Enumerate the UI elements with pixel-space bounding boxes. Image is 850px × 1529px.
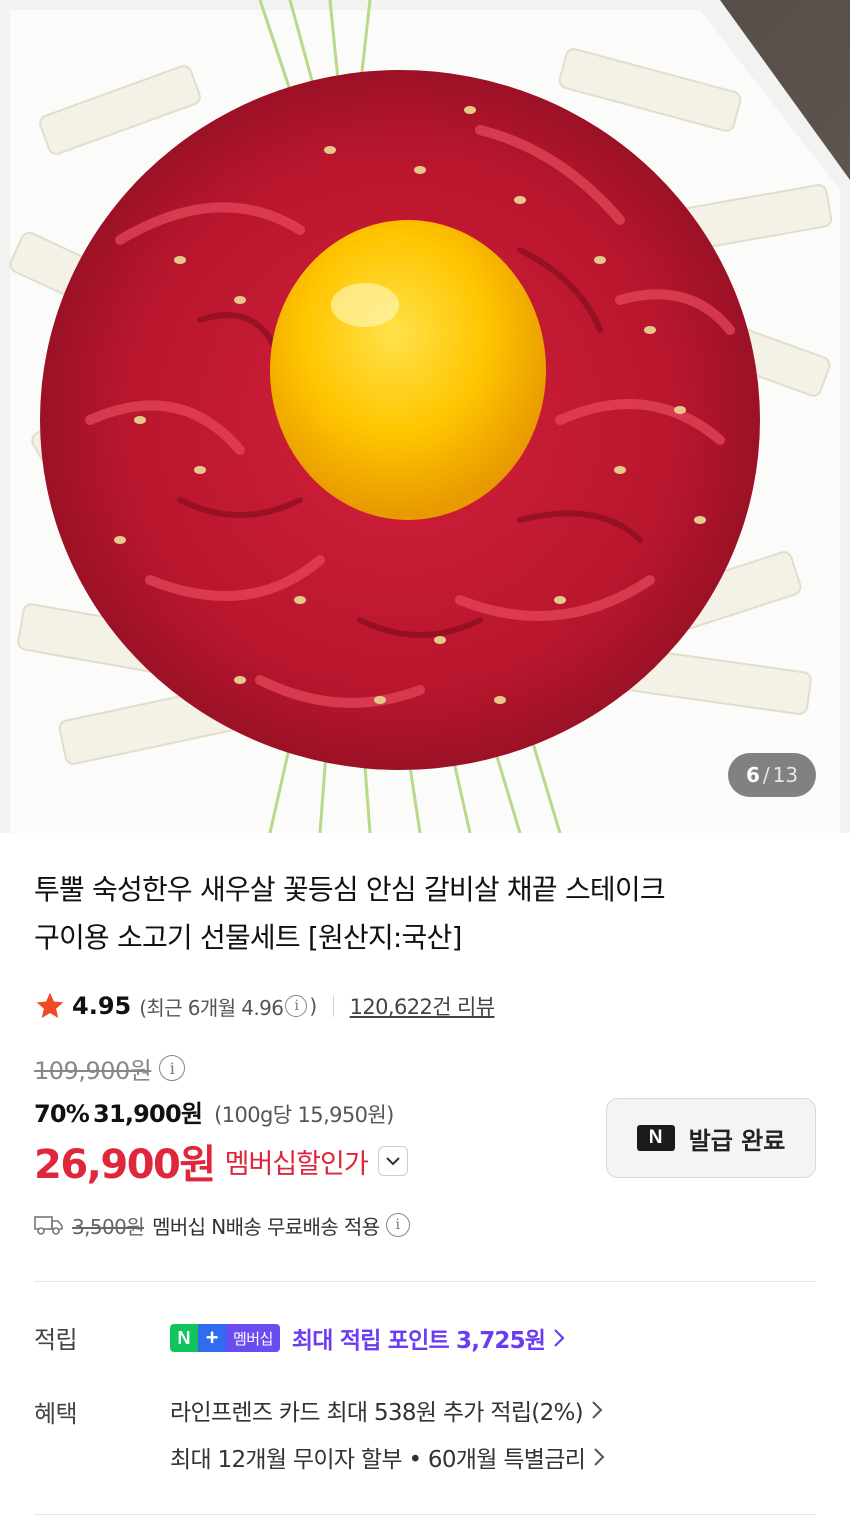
points-label: 적립: [34, 1326, 78, 1354]
info-icon[interactable]: i: [385, 1213, 410, 1237]
product-photo: [0, 0, 850, 833]
membership-badge-plus: +: [198, 1324, 226, 1352]
star-icon: [36, 992, 64, 1018]
shipping-row: 3,500원 멤버십 N배송 무료배송 적용 i: [34, 1208, 412, 1242]
chevron-right-icon: [594, 1448, 605, 1466]
chevron-right-icon: [592, 1401, 603, 1419]
membership-badge: N + 멤버십: [170, 1324, 280, 1352]
info-icon[interactable]: i: [159, 1055, 186, 1081]
membership-badge-n: N: [170, 1324, 198, 1352]
coupon-issued-button[interactable]: N 발급 완료: [606, 1098, 816, 1178]
shipping-original-fee: 3,500원: [72, 1214, 145, 1239]
sale-price: 31,900원: [93, 1100, 203, 1128]
unit-price: (100g당 15,950원): [214, 1103, 394, 1127]
gallery-total: 13: [772, 763, 799, 787]
discount-rate: 70%: [34, 1100, 90, 1128]
recent-rating: (최근 6개월 4.96 i ): [139, 992, 317, 1021]
info-icon[interactable]: i: [285, 995, 308, 1017]
gallery-page-counter: 6 / 13: [728, 753, 816, 797]
divider-vertical: [332, 995, 334, 1017]
member-price: 26,900원: [34, 1142, 216, 1188]
original-price-row: 109,900원 i: [34, 1050, 187, 1086]
product-title: 투뿔 숙성한우 새우살 꽃등심 안심 갈비살 채끝 스테이크 구이용 소고기 선…: [34, 866, 804, 962]
gallery-separator: /: [762, 763, 770, 787]
recent-rating-text: (최근 6개월 4.96: [139, 995, 284, 1020]
original-price: 109,900원: [34, 1056, 152, 1085]
recent-rating-close: ): [309, 994, 317, 1018]
benefit-line-text: 라인프렌즈 카드 최대 538원 추가 적립(2%): [170, 1400, 584, 1426]
benefit-line-text: 최대 12개월 무이자 할부 • 60개월 특별금리: [170, 1447, 586, 1473]
member-price-dropdown[interactable]: [377, 1146, 408, 1176]
product-title-line2: 구이용 소고기 선물세트 [원산지:국산]: [34, 921, 462, 954]
product-image[interactable]: 6 / 13: [0, 0, 850, 833]
points-row[interactable]: N + 멤버십 최대 적립 포인트 3,725원: [170, 1320, 565, 1356]
member-price-row: 26,900원 멤버십할인가: [34, 1134, 408, 1188]
coupon-button-label: 발급 완료: [688, 1126, 786, 1155]
rating-row: 4.95 (최근 6개월 4.96 i ) 120,622건 리뷰: [34, 986, 495, 1026]
member-price-label: 멤버십할인가: [224, 1148, 369, 1180]
rating-value: 4.95: [72, 992, 132, 1020]
benefit-installment[interactable]: 최대 12개월 무이자 할부 • 60개월 특별금리: [170, 1439, 605, 1475]
gallery-current: 6: [745, 763, 760, 787]
review-count-link[interactable]: 120,622건 리뷰: [350, 991, 495, 1021]
benefit-label: 혜택: [34, 1400, 78, 1428]
points-text: 최대 적립 포인트 3,725원: [291, 1328, 546, 1354]
chevron-down-icon: [385, 1157, 400, 1166]
membership-badge-text: 멤버십: [226, 1324, 280, 1352]
truck-icon: [34, 1216, 63, 1235]
sale-price-row: 70% 31,900원 (100g당 15,950원): [34, 1094, 394, 1132]
section-divider: [34, 1514, 816, 1515]
section-divider: [34, 1281, 816, 1282]
benefit-card-points[interactable]: 라인프렌즈 카드 최대 538원 추가 적립(2%): [170, 1392, 603, 1428]
product-title-line1: 투뿔 숙성한우 새우살 꽃등심 안심 갈비살 채끝 스테이크: [34, 873, 666, 906]
chevron-right-icon: [554, 1329, 565, 1347]
naver-pay-icon: N: [636, 1125, 675, 1151]
shipping-text: 멤버십 N배송 무료배송 적용: [152, 1214, 380, 1239]
